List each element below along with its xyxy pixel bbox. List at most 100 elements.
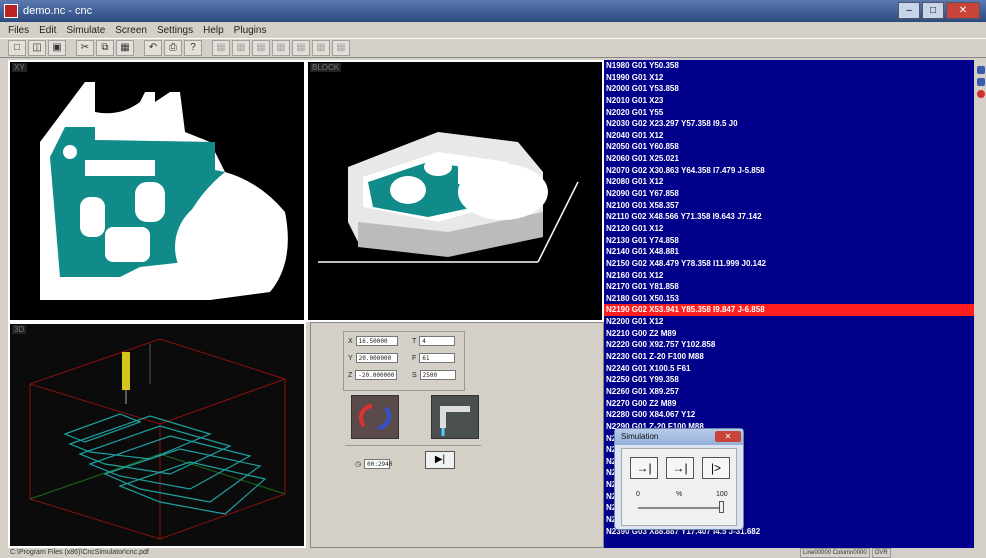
menu-screen[interactable]: Screen — [115, 25, 147, 36]
x-label: X — [348, 337, 353, 345]
run-button[interactable]: →| — [666, 457, 694, 479]
rotate-tool-icon[interactable] — [351, 395, 399, 439]
menu-edit[interactable]: Edit — [39, 25, 56, 36]
arrow-icon[interactable] — [977, 66, 985, 74]
gcode-line[interactable]: N2240 G01 X100.5 F61 — [604, 363, 974, 375]
gcode-line[interactable]: N2150 G02 X48.479 Y78.358 I11.999 J0.142 — [604, 258, 974, 270]
gcode-line[interactable]: N2040 G01 X12 — [604, 130, 974, 142]
pointer-icon[interactable] — [977, 78, 985, 86]
undo-icon[interactable]: ↶ — [144, 40, 162, 56]
gcode-line[interactable]: N2270 G00 Z2 M89 — [604, 398, 974, 410]
speed-slider-track[interactable] — [638, 507, 724, 509]
step-button[interactable]: →| — [630, 457, 658, 479]
speed-slider-thumb[interactable] — [719, 501, 725, 513]
gcode-line[interactable]: N2010 G01 X23 — [604, 95, 974, 107]
block-view-label: BLOCK — [310, 63, 342, 72]
x-value: 16.50000 — [355, 336, 398, 346]
f-label: F — [412, 354, 417, 362]
title-bar: demo.nc - cnc – □ ✕ — [0, 0, 986, 22]
simulation-close-button[interactable]: ✕ — [715, 431, 741, 442]
gcode-line[interactable]: N2020 G01 Y55 — [604, 107, 974, 119]
gcode-line[interactable]: N1980 G01 Y50.358 — [604, 60, 974, 72]
status-indicators: Line00000 Column0000 OVR — [800, 548, 891, 558]
speed-unit-label: % — [676, 491, 683, 498]
3d-wireframe-drawing — [29, 338, 286, 540]
view-yz-icon[interactable]: ▦ — [232, 40, 250, 56]
menu-settings[interactable]: Settings — [157, 25, 193, 36]
view-a-icon[interactable]: ▦ — [272, 40, 290, 56]
toolbar: □ ◫ ▣ ✂ ⧉ ▦ ↶ ⎙ ? ▦ ▦ ▦ ▦ ▦ ▦ ▦ — [0, 38, 986, 58]
minimize-button[interactable]: – — [898, 2, 920, 19]
maximize-button[interactable]: □ — [922, 2, 944, 19]
gcode-line[interactable]: N1990 G01 X12 — [604, 72, 974, 84]
menu-simulate[interactable]: Simulate — [66, 25, 105, 36]
pause-button[interactable]: |> — [702, 457, 730, 479]
simulation-controls: →| →| |> 0 % 100 — [621, 448, 737, 526]
t-label: T — [412, 337, 417, 345]
gcode-line[interactable]: N2060 G01 X25.021 — [604, 153, 974, 165]
view-xz-icon[interactable]: ▦ — [252, 40, 270, 56]
play-button[interactable]: ▶| — [425, 451, 455, 469]
paste-icon[interactable]: ▦ — [116, 40, 134, 56]
gcode-line[interactable]: N2210 G00 Z2 M89 — [604, 328, 974, 340]
gcode-line[interactable]: N2130 G01 Y74.858 — [604, 235, 974, 247]
cut-icon[interactable]: ✂ — [76, 40, 94, 56]
gcode-line-current[interactable]: N2190 G02 X53.941 Y85.358 I9.847 J-6.858 — [604, 304, 974, 317]
gcode-line[interactable]: N2090 G01 Y67.858 — [604, 188, 974, 200]
gcode-line[interactable]: N2260 G01 X89.257 — [604, 386, 974, 398]
copy-icon[interactable]: ⧉ — [96, 40, 114, 56]
menu-bar: Files Edit Simulate Screen Settings Help… — [0, 22, 986, 38]
open-folder-icon[interactable]: ◫ — [28, 40, 46, 56]
clock-icon: ◷ — [355, 461, 362, 468]
save-icon[interactable]: ▣ — [48, 40, 66, 56]
menu-plugins[interactable]: Plugins — [234, 25, 267, 36]
gcode-line[interactable]: N2000 G01 Y53.858 — [604, 83, 974, 95]
gcode-line[interactable]: N2030 G02 X23.297 Y57.358 I9.5 J0 — [604, 118, 974, 130]
gcode-line[interactable]: N2280 G00 X84.067 Y12 — [604, 409, 974, 421]
gcode-line[interactable]: N2080 G01 X12 — [604, 176, 974, 188]
gcode-line[interactable]: N2250 G01 Y99.358 — [604, 374, 974, 386]
gcode-line[interactable]: N2110 G02 X48.566 Y71.358 I9.643 J7.142 — [604, 211, 974, 223]
view-c-icon[interactable]: ▦ — [312, 40, 330, 56]
s-value: 2500 — [419, 370, 456, 380]
close-button[interactable]: ✕ — [946, 2, 980, 19]
block-3d-drawing — [318, 132, 579, 263]
gcode-line[interactable]: N2070 G02 X30.863 Y64.358 I7.479 J-5.858 — [604, 165, 974, 177]
menu-help[interactable]: Help — [203, 25, 224, 36]
status-mode: OVR — [871, 548, 891, 558]
new-file-icon[interactable]: □ — [8, 40, 26, 56]
window-title: demo.nc - cnc — [23, 5, 93, 17]
gcode-line[interactable]: N2140 G01 X48.881 — [604, 246, 974, 258]
speed-min-label: 0 — [636, 491, 640, 498]
stop-icon[interactable] — [977, 90, 985, 98]
gcode-line[interactable]: N2050 G01 Y60.858 — [604, 141, 974, 153]
right-toolbar — [976, 60, 986, 548]
t-value: 4 — [419, 336, 456, 346]
simulation-title-bar[interactable]: Simulation ✕ — [615, 429, 743, 445]
gcode-line[interactable]: N2200 G01 X12 — [604, 316, 974, 328]
coolant-tool-icon[interactable] — [431, 395, 479, 439]
control-panel: X 16.50000 Y 20.000000 Z -20.000000 T4 F 61 … — [310, 322, 604, 548]
coordinates-box: X 16.50000 Y 20.000000 Z -20.000000 T4 F 61 … — [343, 331, 465, 391]
help-icon[interactable]: ? — [184, 40, 202, 56]
gcode-line[interactable]: N2160 G01 X12 — [604, 270, 974, 282]
gcode-line[interactable]: N2180 G01 X50.153 — [604, 293, 974, 305]
view-d-icon[interactable]: ▦ — [332, 40, 350, 56]
gcode-line[interactable]: N2230 G01 Z-20 F100 M88 — [604, 351, 974, 363]
print-icon[interactable]: ⎙ — [164, 40, 182, 56]
gcode-line[interactable]: N2170 G01 Y81.858 — [604, 281, 974, 293]
panel-divider — [345, 445, 481, 446]
y-label: Y — [348, 354, 353, 362]
3d-view-pane[interactable]: 3D — [8, 322, 306, 548]
view-xy-icon[interactable]: ▦ — [212, 40, 230, 56]
view-b-icon[interactable]: ▦ — [292, 40, 310, 56]
xy-view-pane[interactable]: XY — [8, 60, 306, 322]
block-view-pane[interactable]: BLOCK — [306, 60, 604, 322]
menu-files[interactable]: Files — [8, 25, 29, 36]
gcode-line[interactable]: N2120 G01 X12 — [604, 223, 974, 235]
gcode-line[interactable]: N2220 G00 X92.757 Y102.858 — [604, 339, 974, 351]
gcode-line[interactable]: N2100 G01 X58.357 — [604, 200, 974, 212]
z-value: -20.000000 — [355, 370, 398, 380]
xy-view-label: XY — [12, 63, 27, 72]
f-value: 61 — [419, 353, 456, 363]
